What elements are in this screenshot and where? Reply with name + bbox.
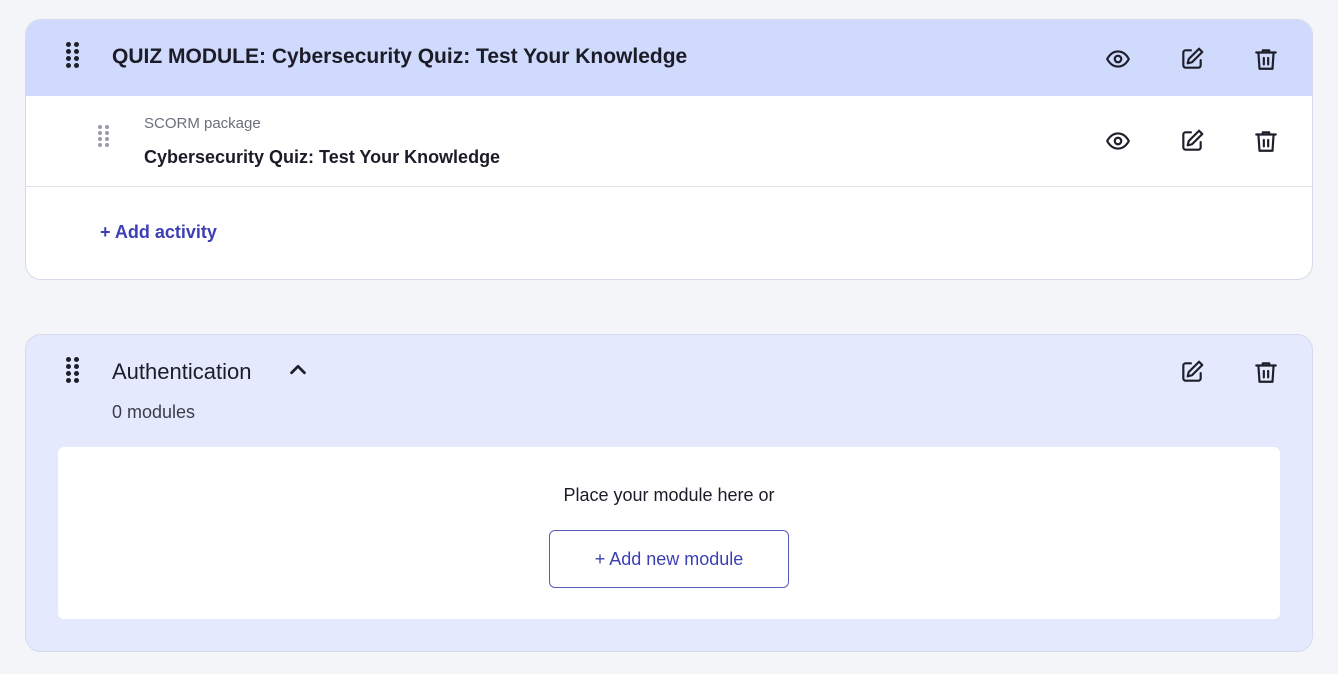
quiz-module-card: QUIZ MODULE: Cybersecurity Quiz: Test Yo… [25, 19, 1313, 280]
eye-icon[interactable] [1103, 44, 1133, 74]
section-card: Authentication 0 modules Place your modu… [25, 334, 1313, 652]
drag-handle-icon[interactable] [66, 357, 79, 383]
activity-type-label: SCORM package [144, 115, 261, 132]
activity-title: Cybersecurity Quiz: Test Your Knowledge [144, 147, 501, 167]
module-dropzone[interactable]: Place your module here or + Add new modu… [58, 447, 1280, 619]
quiz-module-title: QUIZ MODULE: Cybersecurity Quiz: Test Yo… [112, 45, 688, 68]
add-new-module-button[interactable]: + Add new module [549, 530, 789, 588]
trash-icon[interactable] [1251, 44, 1281, 74]
drag-handle-icon[interactable] [66, 42, 79, 68]
module-count: 0 modules [112, 402, 196, 422]
edit-icon[interactable] [1177, 44, 1207, 74]
trash-icon[interactable] [1251, 357, 1281, 387]
divider [26, 186, 1312, 187]
add-activity-link[interactable]: + Add activity [100, 222, 217, 243]
dropzone-text: Place your module here or [563, 485, 775, 505]
eye-icon[interactable] [1103, 126, 1133, 156]
edit-icon[interactable] [1177, 357, 1207, 387]
section-title: Authentication [112, 359, 252, 384]
chevron-up-icon[interactable] [287, 359, 309, 381]
edit-icon[interactable] [1177, 126, 1207, 156]
trash-icon[interactable] [1251, 126, 1281, 156]
drag-handle-icon[interactable] [98, 125, 109, 147]
quiz-module-header: QUIZ MODULE: Cybersecurity Quiz: Test Yo… [26, 20, 1312, 96]
